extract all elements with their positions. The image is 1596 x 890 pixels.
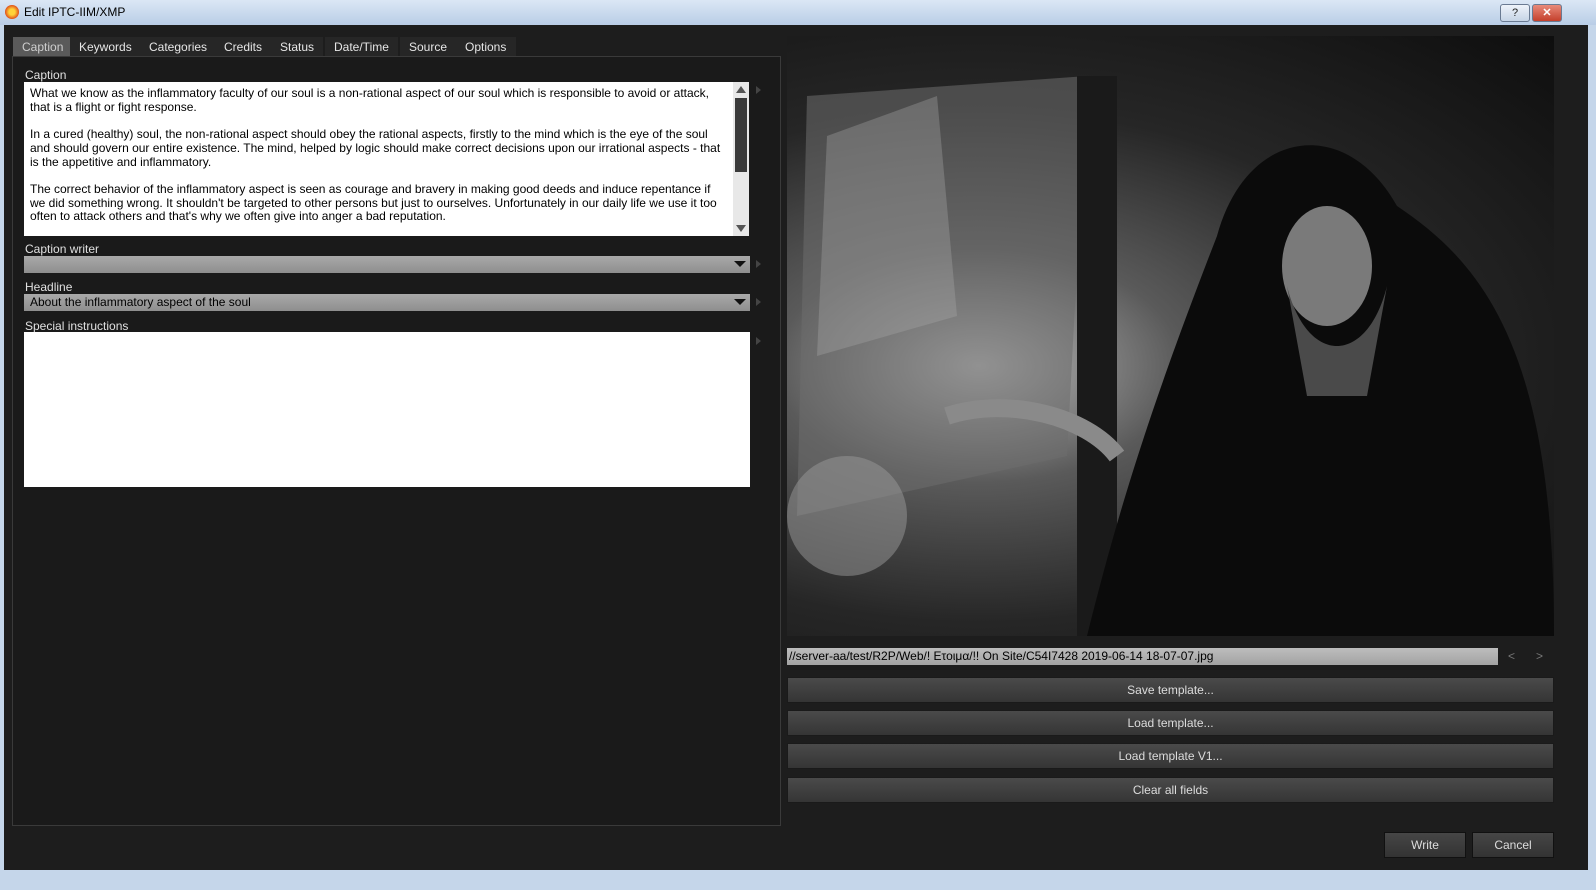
tab-status[interactable]: Status <box>271 37 324 57</box>
tab-options[interactable]: Options <box>456 37 516 57</box>
caption-textarea[interactable]: What we know as the inflammatory faculty… <box>24 82 734 236</box>
caption-side-arrow-icon[interactable] <box>756 86 761 94</box>
tab-datetime[interactable]: Date/Time <box>325 37 398 57</box>
scroll-up-icon[interactable] <box>736 86 746 93</box>
tab-categories[interactable]: Categories <box>140 37 217 57</box>
prev-image-button[interactable]: < <box>1508 649 1515 663</box>
clear-all-fields-button[interactable]: Clear all fields <box>787 777 1554 803</box>
scroll-thumb[interactable] <box>735 98 747 172</box>
scroll-down-icon[interactable] <box>736 225 746 232</box>
special-instructions-side-arrow-icon[interactable] <box>756 337 761 345</box>
load-template-v1-button[interactable]: Load template V1... <box>787 743 1554 769</box>
headline-side-arrow-icon[interactable] <box>756 298 761 306</box>
window-title: Edit IPTC-IIM/XMP <box>24 5 126 19</box>
save-template-button[interactable]: Save template... <box>787 677 1554 703</box>
file-path-field[interactable]: //server-aa/test/R2P/Web/! Ετοιμα/!! On … <box>787 648 1498 665</box>
tab-caption[interactable]: Caption <box>13 37 73 57</box>
photo-monk-at-door <box>787 76 1554 636</box>
caption-scrollbar[interactable] <box>733 82 749 236</box>
load-template-button[interactable]: Load template... <box>787 710 1554 736</box>
close-button[interactable]: ✕ <box>1532 4 1562 22</box>
app-icon <box>5 5 19 19</box>
next-image-button[interactable]: > <box>1536 649 1543 663</box>
special-instructions-textarea[interactable] <box>24 332 750 487</box>
title-bar: Edit IPTC-IIM/XMP ? ✕ <box>0 0 1596 25</box>
help-button[interactable]: ? <box>1500 4 1530 22</box>
headline-label: Headline <box>25 280 73 294</box>
headline-value: About the inflammatory aspect of the sou… <box>30 295 251 309</box>
headline-combo[interactable]: About the inflammatory aspect of the sou… <box>24 294 750 311</box>
tab-source[interactable]: Source <box>400 37 457 57</box>
chevron-down-icon[interactable] <box>734 261 746 267</box>
special-instructions-label: Special instructions <box>25 319 129 333</box>
tab-credits[interactable]: Credits <box>215 37 272 57</box>
caption-label: Caption <box>25 68 67 82</box>
tab-keywords[interactable]: Keywords <box>70 37 141 57</box>
caption-writer-combo[interactable] <box>24 256 750 273</box>
image-preview <box>787 36 1554 636</box>
caption-writer-side-arrow-icon[interactable] <box>756 260 761 268</box>
write-button[interactable]: Write <box>1384 832 1466 858</box>
caption-writer-label: Caption writer <box>25 242 100 256</box>
chevron-down-icon[interactable] <box>734 299 746 305</box>
cancel-button[interactable]: Cancel <box>1472 832 1554 858</box>
